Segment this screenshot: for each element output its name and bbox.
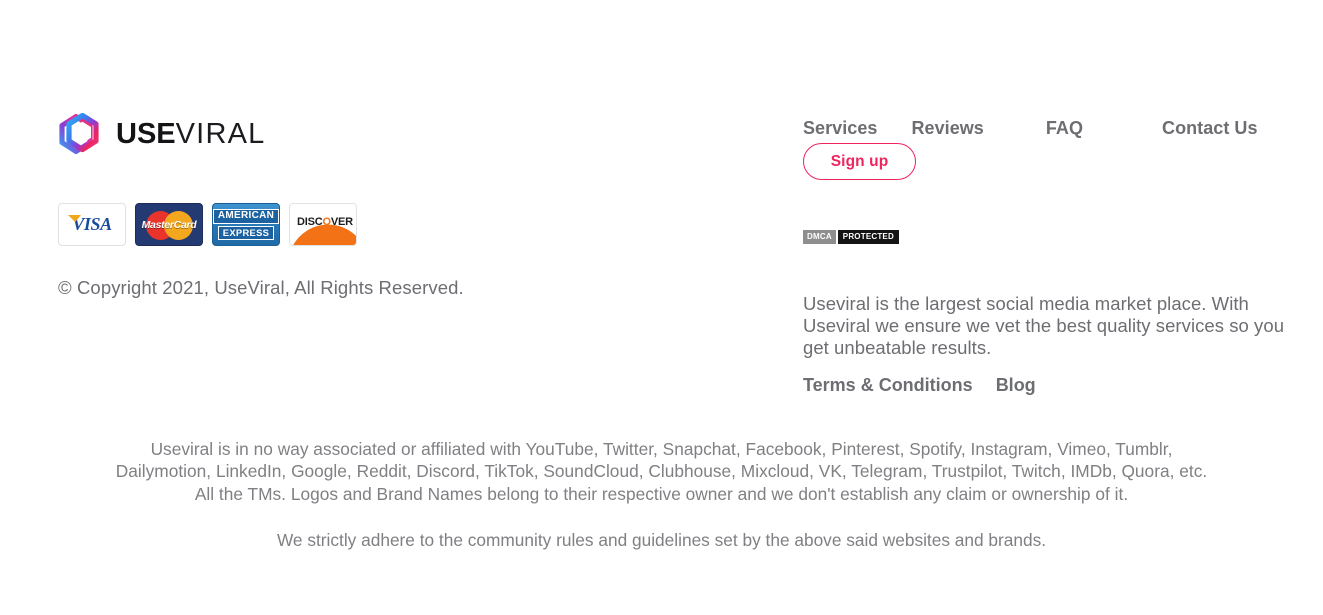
mastercard-label: MasterCard bbox=[141, 218, 197, 231]
nav-link-contact-us[interactable]: Contact Us bbox=[1162, 118, 1258, 139]
discover-label: DISCOVER bbox=[297, 216, 353, 228]
dmca-badge-label: DMCA bbox=[803, 230, 836, 244]
footer-secondary-links: Terms & Conditions Blog bbox=[803, 375, 1036, 396]
footer-nav: Services Reviews FAQ Contact Us bbox=[803, 118, 1293, 139]
discover-label-post: VER bbox=[330, 216, 353, 228]
brand-logo[interactable]: USE VIRAL bbox=[58, 106, 758, 162]
footer-left-column: USE VIRAL bbox=[58, 106, 758, 162]
discover-label-pre: DISC bbox=[297, 216, 323, 228]
copyright-text: © Copyright 2021, UseViral, All Rights R… bbox=[58, 277, 464, 298]
american-express-card-icon: AMERICAN EXPRESS bbox=[212, 203, 280, 246]
company-description: Useviral is the largest social media mar… bbox=[803, 292, 1285, 358]
sign-up-button-label: Sign up bbox=[830, 152, 889, 170]
wordmark-light: VIRAL bbox=[175, 117, 266, 150]
mastercard-card-icon: MasterCard bbox=[135, 203, 203, 246]
dmca-protected-label: PROTECTED bbox=[837, 230, 899, 244]
nav-link-reviews[interactable]: Reviews bbox=[911, 118, 983, 139]
wordmark-bold: USE bbox=[116, 117, 176, 150]
accepted-payment-methods: VISA MasterCard AMERICAN EXPRESS DISCOVE… bbox=[58, 203, 357, 246]
discover-label-o: O bbox=[322, 216, 331, 228]
wordmark: USE VIRAL bbox=[116, 117, 266, 150]
nav-link-faq[interactable]: FAQ bbox=[1046, 118, 1083, 139]
footer-link-terms-and-conditions[interactable]: Terms & Conditions bbox=[803, 375, 973, 396]
sign-up-button[interactable]: Sign up bbox=[803, 143, 916, 180]
discover-card-icon: DISCOVER bbox=[289, 203, 357, 246]
dmca-protected-badge[interactable]: DMCA PROTECTED bbox=[803, 230, 899, 244]
disclaimer-affiliation-text: Useviral is in no way associated or affi… bbox=[115, 439, 1208, 504]
disclaimer-community-rules-text: We strictly adhere to the community rule… bbox=[276, 529, 1047, 550]
hexagon-ring-logo-icon bbox=[59, 112, 99, 155]
nav-link-services[interactable]: Services bbox=[803, 118, 877, 139]
footer-right-column: Services Reviews FAQ Contact Us Sign up … bbox=[803, 118, 1293, 395]
footer-link-blog[interactable]: Blog bbox=[996, 375, 1036, 396]
amex-label-line1: AMERICAN bbox=[213, 209, 279, 224]
visa-card-icon: VISA bbox=[58, 203, 126, 246]
amex-label-line2: EXPRESS bbox=[217, 225, 275, 240]
disclaimer-section: Useviral is in no way associated or affi… bbox=[0, 438, 1323, 551]
